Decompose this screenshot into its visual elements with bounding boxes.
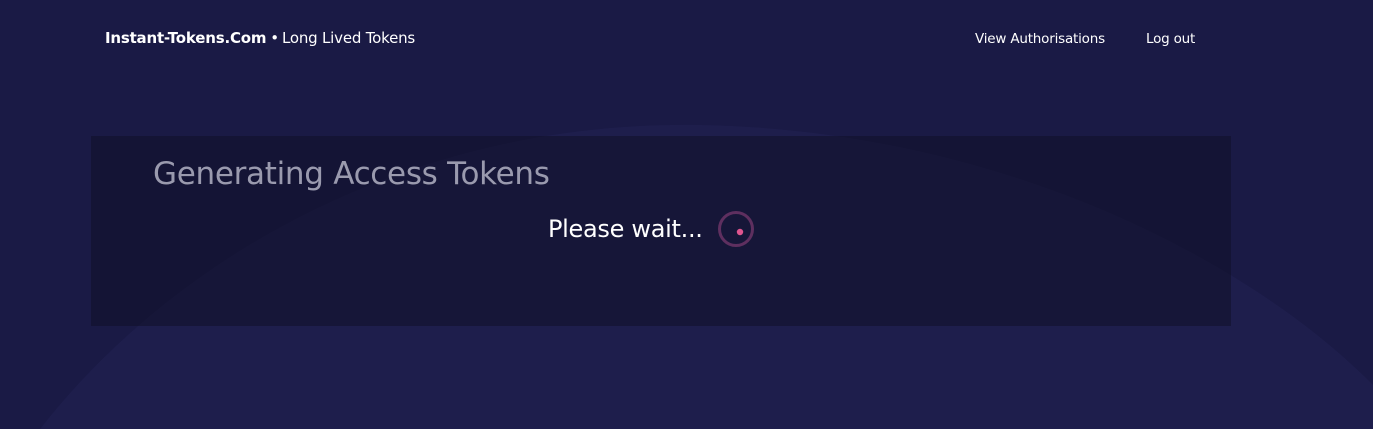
brand[interactable]: Instant-Tokens.Com • Long Lived Tokens [105,29,415,47]
loading-spinner-icon [718,211,754,247]
please-wait-text: Please wait... [548,215,703,243]
brand-name: Instant-Tokens.Com [105,29,267,47]
brand-separator: • [270,29,279,47]
page-title: Generating Access Tokens [153,156,550,192]
nav-log-out-link[interactable]: Log out [1146,31,1195,47]
generating-tokens-panel: Generating Access Tokens Please wait... [91,136,1231,326]
top-navbar: Instant-Tokens.Com • Long Lived Tokens Vie… [0,0,1373,78]
brand-tagline: Long Lived Tokens [281,29,416,47]
nav-view-authorisations-link[interactable]: View Authorisations [975,31,1105,47]
